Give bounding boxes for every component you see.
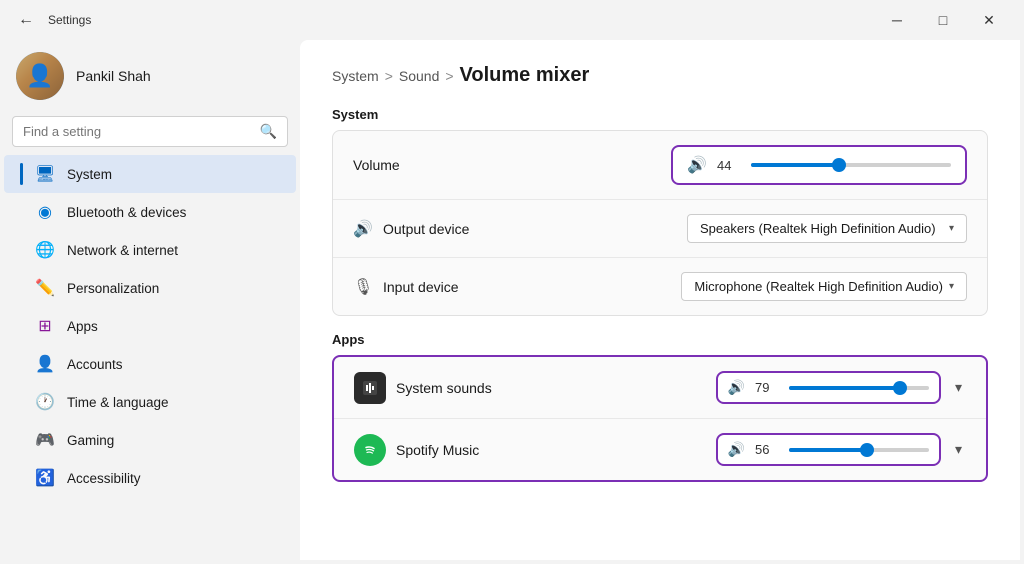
system-sounds-label: System sounds	[396, 380, 492, 396]
accessibility-icon: ♿	[35, 468, 55, 488]
spotify-expand[interactable]: ▾	[951, 437, 966, 462]
bluetooth-icon: ◉	[35, 202, 55, 222]
output-dropdown-arrow: ▾	[949, 223, 954, 234]
personalization-icon: ✏️	[35, 278, 55, 298]
app-container: 👤 Pankil Shah 🔍 🖥 System ◉ Bluetooth & d…	[0, 36, 1024, 564]
network-icon: 🌐	[35, 240, 55, 260]
spotify-row: Spotify Music 🔊 56 ▾	[334, 419, 986, 480]
maximize-button[interactable]: □	[920, 6, 966, 34]
nav-item-gaming[interactable]: 🎮 Gaming	[4, 421, 296, 459]
breadcrumb-sound[interactable]: Sound	[399, 68, 439, 84]
nav-item-accounts[interactable]: 👤 Accounts	[4, 345, 296, 383]
app-title: Settings	[48, 13, 91, 27]
system-sounds-expand[interactable]: ▾	[951, 375, 966, 400]
nav-item-network[interactable]: 🌐 Network & internet	[4, 231, 296, 269]
input-dropdown-arrow: ▾	[949, 281, 954, 292]
nav-item-bluetooth[interactable]: ◉ Bluetooth & devices	[4, 193, 296, 231]
apps-card: System sounds 🔊 79 ▾	[332, 355, 988, 482]
user-name: Pankil Shah	[76, 68, 151, 84]
system-sounds-volume-control: 🔊 79	[716, 371, 941, 404]
volume-label: Volume	[353, 157, 400, 173]
nav-item-system[interactable]: 🖥 System	[4, 155, 296, 193]
volume-value: 44	[717, 158, 741, 173]
nav-label-accounts: Accounts	[67, 357, 123, 372]
sidebar: 👤 Pankil Shah 🔍 🖥 System ◉ Bluetooth & d…	[0, 36, 300, 564]
nav-label-apps: Apps	[67, 319, 98, 334]
back-button[interactable]: ←	[12, 9, 40, 31]
output-device-dropdown[interactable]: Speakers (Realtek High Definition Audio)…	[687, 214, 967, 243]
system-sounds-icon	[354, 372, 386, 404]
nav-label-gaming: Gaming	[67, 433, 114, 448]
volume-speaker-icon: 🔊	[687, 155, 707, 175]
user-profile: 👤 Pankil Shah	[0, 44, 300, 116]
nav-label-personalization: Personalization	[67, 281, 159, 296]
gaming-icon: 🎮	[35, 430, 55, 450]
spotify-value: 56	[755, 442, 779, 457]
breadcrumb-sep-2: >	[445, 68, 453, 84]
search-input[interactable]	[23, 124, 252, 139]
output-device-row: 🔊 Output device Speakers (Realtek High D…	[333, 200, 987, 258]
titlebar: ← Settings ─ □ ✕	[0, 0, 1024, 36]
search-box: 🔍	[12, 116, 288, 147]
nav-label-system: System	[67, 167, 112, 182]
system-sounds-slider[interactable]	[789, 386, 929, 390]
nav-item-time[interactable]: 🕐 Time & language	[4, 383, 296, 421]
output-icon: 🔊	[353, 219, 373, 239]
nav-label-bluetooth: Bluetooth & devices	[67, 205, 186, 220]
nav-label-accessibility: Accessibility	[67, 471, 141, 486]
output-device-value: Speakers (Realtek High Definition Audio)	[700, 221, 936, 236]
nav-item-apps[interactable]: ⊞ Apps	[4, 307, 296, 345]
spotify-speaker-icon: 🔊	[728, 441, 745, 458]
output-device-label: Output device	[383, 221, 469, 237]
nav-label-time: Time & language	[67, 395, 169, 410]
window-controls: ─ □ ✕	[874, 6, 1012, 34]
volume-control-highlighted: 🔊 44	[671, 145, 967, 185]
apps-section-title: Apps	[332, 332, 988, 347]
input-icon: 🎙	[353, 277, 373, 297]
time-icon: 🕐	[35, 392, 55, 412]
content-area: System > Sound > Volume mixer System Vol…	[300, 40, 1020, 560]
input-device-dropdown[interactable]: Microphone (Realtek High Definition Audi…	[681, 272, 967, 301]
system-sounds-row: System sounds 🔊 79 ▾	[334, 357, 986, 419]
search-icon: 🔍	[260, 123, 277, 140]
input-device-label: Input device	[383, 279, 459, 295]
apps-icon: ⊞	[35, 316, 55, 336]
input-device-value: Microphone (Realtek High Definition Audi…	[694, 279, 943, 294]
breadcrumb-sep-1: >	[385, 68, 393, 84]
system-sounds-speaker-icon: 🔊	[728, 379, 745, 396]
breadcrumb-system[interactable]: System	[332, 68, 379, 84]
volume-slider[interactable]	[751, 163, 951, 167]
spotify-label: Spotify Music	[396, 442, 479, 458]
nav-item-accessibility[interactable]: ♿ Accessibility	[4, 459, 296, 497]
avatar: 👤	[16, 52, 64, 100]
nav-label-network: Network & internet	[67, 243, 178, 258]
minimize-button[interactable]: ─	[874, 6, 920, 34]
input-device-row: 🎙 Input device Microphone (Realtek High …	[333, 258, 987, 315]
system-section-title: System	[332, 107, 988, 122]
spotify-slider[interactable]	[789, 448, 929, 452]
active-indicator	[20, 163, 23, 185]
system-sounds-value: 79	[755, 380, 779, 395]
spotify-volume-control: 🔊 56	[716, 433, 941, 466]
volume-row: Volume 🔊 44	[333, 131, 987, 200]
nav-item-personalization[interactable]: ✏️ Personalization	[4, 269, 296, 307]
breadcrumb: System > Sound > Volume mixer	[332, 64, 988, 87]
system-icon: 🖥	[35, 164, 55, 184]
accounts-icon: 👤	[35, 354, 55, 374]
close-button[interactable]: ✕	[966, 6, 1012, 34]
page-title: Volume mixer	[460, 64, 590, 87]
spotify-icon	[354, 434, 386, 466]
system-card: Volume 🔊 44 🔊 Outp	[332, 130, 988, 316]
